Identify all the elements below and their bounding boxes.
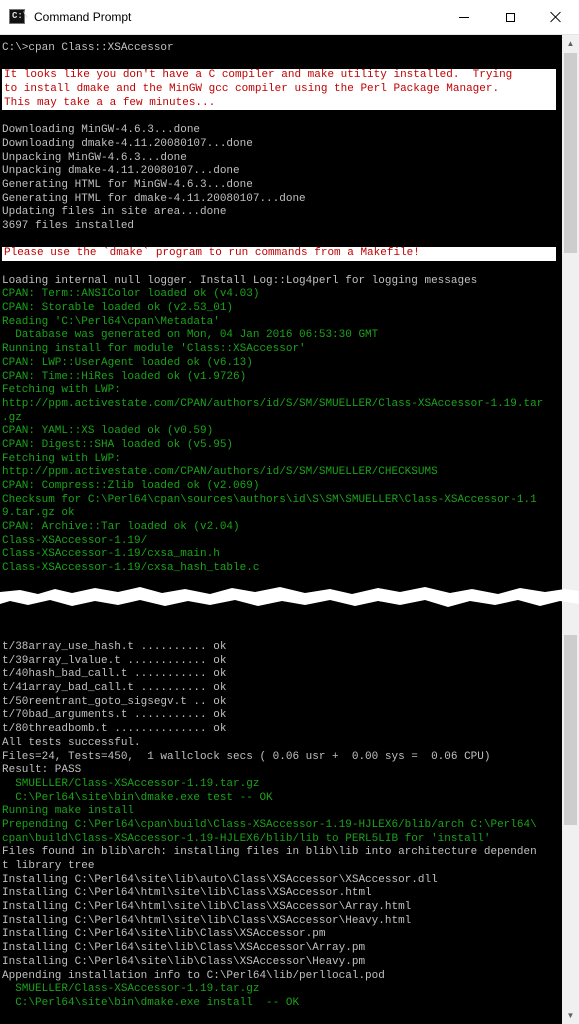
console-line: CPAN: Storable loaded ok (v2.53_01) <box>2 302 234 315</box>
console-line: Reading 'C:\Perl64\cpan\Metadata' <box>2 315 220 328</box>
console-line: CPAN: YAML::XS loaded ok (v0.59) <box>2 425 214 438</box>
console-line: Installing C:\Perl64\html\site\lib\Class… <box>2 914 412 927</box>
console-line: It looks like you don't have a C compile… <box>2 69 556 84</box>
console-line: t library tree <box>2 860 95 872</box>
console-line: Files found in blib\arch: installing fil… <box>2 846 537 859</box>
console-line: Installing C:\Perl64\site\lib\Class\XSAc… <box>2 942 366 955</box>
scrollbar-thumb[interactable] <box>564 53 577 253</box>
console-line: CPAN: Digest::SHA loaded ok (v5.95) <box>2 438 234 451</box>
console-line: Downloading dmake-4.11.20080107...done <box>2 137 253 150</box>
scroll-up-arrow-icon[interactable]: ▲ <box>562 35 579 52</box>
console-line: Downloading MinGW-4.6.3...done <box>2 124 201 137</box>
console-line: Installing C:\Perl64\html\site\lib\Class… <box>2 887 372 900</box>
console-line: Generating HTML for dmake-4.11.20080107.… <box>2 192 306 205</box>
console-line: Class-XSAccessor-1.19/cxsa_main.h <box>2 548 220 561</box>
console-line: Prepending C:\Perl64\cpan\build\Class-XS… <box>2 818 537 831</box>
console-line: CPAN: Archive::Tar loaded ok (v2.04) <box>2 521 240 534</box>
console-line: Unpacking MinGW-4.6.3...done <box>2 151 187 164</box>
console-line: .gz <box>2 411 22 424</box>
vertical-scrollbar[interactable]: ▲ ▼ <box>562 35 579 1024</box>
console-line: C:\Perl64\site\bin\dmake.exe test -- OK <box>2 791 273 804</box>
console-line: Result: PASS <box>2 764 82 777</box>
console-line: 9.tar.gz ok <box>2 507 75 520</box>
console-line: http://ppm.activestate.com/CPAN/authors/… <box>2 466 438 479</box>
console-line: t/80threadbomb.t .............. ok <box>2 723 227 736</box>
console-line: Loading internal null logger. Install Lo… <box>2 274 478 287</box>
console-line: Class-XSAccessor-1.19/cxsa_hash_table.c <box>2 562 260 575</box>
console-line: SMUELLER/Class-XSAccessor-1.19.tar.gz <box>2 983 260 996</box>
console-line: CPAN: Compress::Zlib loaded ok (v2.069) <box>2 480 260 492</box>
console-line: Installing C:\Perl64\site\lib\auto\Class… <box>2 873 438 886</box>
console-output-bottom: t/38array_use_hash.t .......... ok t/39ar… <box>0 641 537 1024</box>
console-line: Please use the `dmake` program to run co… <box>2 247 556 261</box>
console-line: C:\Perl64\site\bin\dmake.exe install -- … <box>2 996 300 1009</box>
console-line: t/70bad_arguments.t ........... ok <box>2 709 227 722</box>
minimize-button[interactable] <box>441 0 487 34</box>
console-line: t/50reentrant_goto_sigsegv.t .. ok <box>2 695 227 708</box>
console-line: This may take a a few minutes... <box>2 96 556 111</box>
maximize-button[interactable] <box>487 0 533 34</box>
close-icon <box>550 11 562 23</box>
console-line: CPAN: Term::ANSIColor loaded ok (v4.03) <box>2 288 260 301</box>
console-line: to install dmake and the MinGW gcc compi… <box>2 83 556 97</box>
cmd-icon[interactable]: C:\ <box>9 9 28 24</box>
scrollbar-thumb-lower[interactable] <box>564 635 577 825</box>
console-line: Updating files in site area...done <box>2 206 227 219</box>
torn-edge-divider <box>0 587 579 607</box>
console-line: Fetching with LWP: <box>2 452 121 465</box>
scroll-down-arrow-icon[interactable]: ▼ <box>562 1007 579 1024</box>
window-title: Command Prompt <box>34 10 132 24</box>
console-line: Unpacking dmake-4.11.20080107...done <box>2 165 240 178</box>
console-line: Fetching with LWP: <box>2 384 121 397</box>
console-line: CPAN: LWP::UserAgent loaded ok (v6.13) <box>2 356 253 369</box>
console-line: Installing C:\Perl64\html\site\lib\Class… <box>2 901 412 914</box>
console-line: Generating HTML for MinGW-4.6.3...done <box>2 178 253 191</box>
console-line: t/41array_bad_call.t .......... ok <box>2 682 227 695</box>
console-line: t/39array_lvalue.t ............ ok <box>2 654 227 667</box>
console-line: Installing C:\Perl64\site\lib\Class\XSAc… <box>2 928 326 941</box>
minimize-icon <box>459 16 469 18</box>
console-line: C:\>cpan Class::XSAccessor <box>2 42 174 54</box>
console-line: Running make install <box>2 805 135 818</box>
title-bar[interactable]: C:\ Command Prompt <box>0 0 579 35</box>
console-line: SMUELLER/Class-XSAccessor-1.19.tar.gz <box>2 777 260 790</box>
console-line: CPAN: Time::HiRes loaded ok (v1.9726) <box>2 370 247 383</box>
console-line: Running install for module 'Class::XSAcc… <box>2 343 306 356</box>
console-line: cpan\build\Class-XSAccessor-1.19-HJLEX6/… <box>2 832 491 845</box>
console-line: t/40hash_bad_call.t ........... ok <box>2 668 227 681</box>
console-line: t/38array_use_hash.t .......... ok <box>2 641 227 653</box>
console-line: Appending installation info to C:\Perl64… <box>2 969 385 982</box>
console-line: All tests successful. <box>2 736 141 749</box>
console-line: http://ppm.activestate.com/CPAN/authors/… <box>2 397 544 410</box>
console-output[interactable]: C:\>cpan Class::XSAccessorIt looks like … <box>0 35 562 1024</box>
close-button[interactable] <box>533 0 579 34</box>
console-line: Class-XSAccessor-1.19/ <box>2 534 148 547</box>
maximize-icon <box>505 12 515 22</box>
console-line: Checksum for C:\Perl64\cpan\sources\auth… <box>2 493 537 506</box>
console-line: Installing C:\Perl64\site\lib\Class\XSAc… <box>2 955 366 968</box>
console-line: 3697 files installed <box>2 219 135 232</box>
console-line: Database was generated on Mon, 04 Jan 20… <box>2 329 379 342</box>
console-output-top: C:\>cpan Class::XSAccessorIt looks like … <box>0 42 556 576</box>
console-line: Files=24, Tests=450, 1 wallclock secs ( … <box>2 750 491 763</box>
